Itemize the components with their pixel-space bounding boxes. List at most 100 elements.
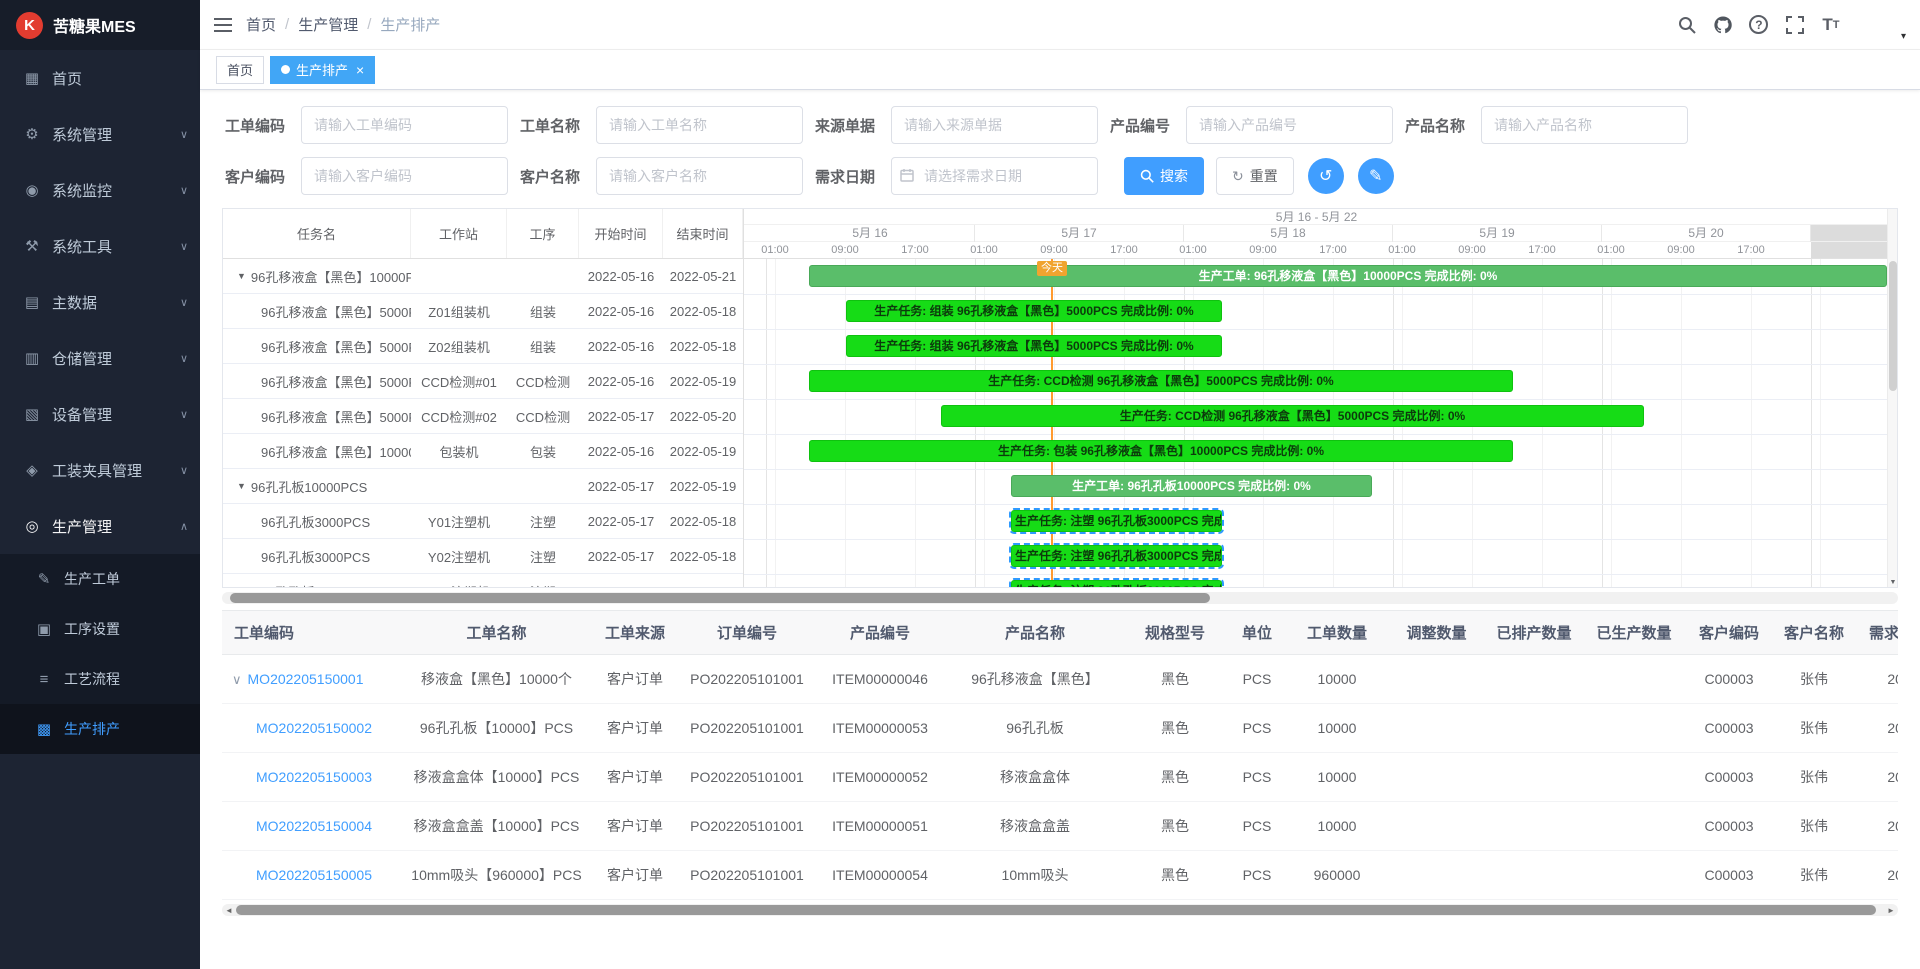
sidebar-item-fixture[interactable]: ◈工装夹具管理∨ [0, 442, 200, 498]
gantt-table-row[interactable]: 96孔孔板3000PCSY01注塑机注塑2022-05-172022-05-18 [223, 504, 743, 539]
scroll-left-icon[interactable]: ◄ [222, 904, 236, 916]
sidebar-item-scheduling[interactable]: ▩生产排产 [0, 704, 200, 754]
sidebar-item-work-order[interactable]: ✎生产工单 [0, 554, 200, 604]
reset-icon: ↻ [1232, 168, 1244, 185]
hour-gridline [1820, 259, 1821, 587]
timeline-day-label: 5月 17 [975, 225, 1184, 242]
gantt-table-row[interactable]: 96孔孔板3000PCSY03注塑机注塑2022-05-172022-05-18 [223, 574, 743, 588]
gantt-task-bar[interactable]: 生产任务: 包装 96孔移液盒【黑色】10000PCS 完成比例: 0% [809, 440, 1513, 462]
tab-active-dot [281, 65, 290, 74]
sidebar-item-process-setting[interactable]: ▣工序设置 [0, 604, 200, 654]
work-order-link[interactable]: MO202205150004 [256, 818, 372, 834]
font-size-icon[interactable]: TT [1816, 8, 1846, 42]
work-order-name-input[interactable] [596, 106, 803, 144]
breadcrumb-item[interactable]: 生产管理 [298, 14, 358, 35]
breadcrumb-item[interactable]: 首页 [246, 14, 276, 35]
table-horizontal-scrollbar[interactable]: ◄ ► [222, 904, 1898, 916]
gantt-task-bar[interactable]: 生产任务: 注塑 96孔孔板3000PCS 完成比例: 0% [1011, 545, 1222, 567]
scrollbar-thumb[interactable] [1889, 261, 1897, 391]
gantt-table-row[interactable]: 96孔移液盒【黑色】5000PCSZ02组装机组装2022-05-162022-… [223, 329, 743, 364]
expand-caret-icon[interactable]: ∨ [232, 672, 242, 687]
hamburger-icon[interactable] [214, 18, 232, 32]
gantt-table-row[interactable]: ▼96孔移液盒【黑色】10000PCS2022-05-162022-05-21 [223, 259, 743, 294]
gantt-table-row[interactable]: 96孔移液盒【黑色】5000PCSCCD检测#01CCD检测2022-05-16… [223, 364, 743, 399]
chevron-down-icon: ∨ [180, 240, 188, 253]
filter-group-product-name: 产品名称 [1405, 106, 1700, 144]
github-icon[interactable] [1708, 8, 1738, 42]
gantt-table-row[interactable]: 96孔孔板3000PCSY02注塑机注塑2022-05-172022-05-18 [223, 539, 743, 574]
gantt-task-bar[interactable]: 生产任务: 组装 96孔移液盒【黑色】5000PCS 完成比例: 0% [846, 335, 1222, 357]
gantt-horizontal-scrollbar[interactable] [222, 592, 1898, 604]
sidebar-item-label: 工艺流程 [64, 669, 188, 689]
day-gridline [1811, 259, 1812, 587]
gantt-workorder-bar[interactable]: 生产工单: 96孔孔板10000PCS 完成比例: 0% [1011, 475, 1372, 497]
gantt-workorder-bar[interactable]: 生产工单: 96孔移液盒【黑色】10000PCS 完成比例: 0% [809, 265, 1887, 287]
gantt-day-row: 5月 165月 175月 185月 195月 20 [744, 225, 1889, 242]
station-cell: CCD检测#02 [411, 407, 507, 426]
work-order-link[interactable]: MO202205150001 [248, 671, 364, 687]
product-name-cell: 96孔移液盒【黑色】 [949, 655, 1121, 704]
filter-label-customer-code: 客户编码 [225, 166, 301, 187]
customer-code-input[interactable] [301, 157, 508, 195]
work-order-link[interactable]: MO202205150002 [256, 720, 372, 736]
hour-gridline [1751, 259, 1752, 587]
customer-name-cell: 张伟 [1774, 753, 1854, 802]
tab-home[interactable]: 首页 [216, 56, 264, 84]
row-gridline [744, 364, 1889, 365]
help-icon[interactable]: ? [1744, 8, 1774, 42]
user-menu[interactable]: ▾ [1860, 6, 1906, 43]
edit-button[interactable]: ✎ [1358, 158, 1394, 194]
timeline-hour-label: 17:00 [901, 242, 929, 259]
fullscreen-icon[interactable] [1780, 8, 1810, 42]
demand-date-input[interactable] [891, 157, 1098, 195]
topbar: 首页/生产管理/生产排产 ? TT ▾ [200, 0, 1920, 50]
gantt-table-row[interactable]: ▼96孔孔板10000PCS2022-05-172022-05-19 [223, 469, 743, 504]
search-icon[interactable] [1672, 8, 1702, 42]
sidebar-item-home[interactable]: ▦首页 [0, 50, 200, 106]
sidebar-item-label: 生产排产 [64, 719, 188, 739]
scrollbar-thumb[interactable] [230, 593, 1210, 603]
sidebar-item-label: 主数据 [52, 292, 180, 313]
scroll-right-icon[interactable]: ► [1884, 904, 1898, 916]
sidebar-item-warehouse[interactable]: ▥仓储管理∨ [0, 330, 200, 386]
sidebar-item-system-admin[interactable]: ⚙系统管理∨ [0, 106, 200, 162]
gantt-task-bar[interactable]: 生产任务: 注塑 96孔孔板3000PCS 完成比例: 0% [1011, 510, 1222, 532]
start-time-cell: 2022-05-16 [579, 269, 663, 284]
reset-button[interactable]: ↻重置 [1216, 157, 1294, 195]
refresh-button[interactable]: ↺ [1308, 158, 1344, 194]
gantt-task-bar[interactable]: 生产任务: CCD检测 96孔移液盒【黑色】5000PCS 完成比例: 0% [941, 405, 1644, 427]
gantt-table-row[interactable]: 96孔移液盒【黑色】10000PCS包装机包装2022-05-162022-05… [223, 434, 743, 469]
product-name-input[interactable] [1481, 106, 1688, 144]
gantt-task-bar[interactable]: 生产任务: 组装 96孔移液盒【黑色】5000PCS 完成比例: 0% [846, 300, 1222, 322]
timeline-day-label: 5月 18 [1184, 225, 1393, 242]
qty-cell: 10000 [1285, 802, 1389, 851]
gantt-table-row[interactable]: 96孔移液盒【黑色】5000PCSZ01组装机组装2022-05-162022-… [223, 294, 743, 329]
work-order-link[interactable]: MO202205150005 [256, 867, 372, 883]
product-no-input[interactable] [1186, 106, 1393, 144]
sidebar-item-production[interactable]: ◎生产管理∧ [0, 498, 200, 554]
work-order-link[interactable]: MO202205150003 [256, 769, 372, 785]
close-icon[interactable]: × [356, 63, 364, 77]
sidebar-item-equipment[interactable]: ▧设备管理∨ [0, 386, 200, 442]
sidebar-item-system-tools[interactable]: ⚒系统工具∨ [0, 218, 200, 274]
tab-scheduling[interactable]: 生产排产× [270, 56, 375, 84]
scrollbar-thumb[interactable] [236, 905, 1876, 915]
breadcrumb-separator: / [285, 16, 289, 33]
search-button[interactable]: 搜索 [1124, 157, 1204, 195]
sidebar-item-system-monitor[interactable]: ◉系统监控∨ [0, 162, 200, 218]
table-column-header: 工单编码 [222, 611, 406, 655]
scroll-down-icon[interactable]: ▼ [1888, 579, 1898, 586]
gantt-table-row[interactable]: 96孔移液盒【黑色】5000PCSCCD检测#02CCD检测2022-05-17… [223, 399, 743, 434]
collapse-triangle-icon[interactable]: ▼ [237, 481, 246, 491]
customer-name-input[interactable] [596, 157, 803, 195]
gantt-task-bar[interactable]: 生产任务: 注塑 96孔孔板3000PCS 完成比例: 0% [1011, 580, 1222, 587]
sidebar-item-master-data[interactable]: ▤主数据∨ [0, 274, 200, 330]
sidebar-item-process-flow[interactable]: ≡工艺流程 [0, 654, 200, 704]
source-doc-input[interactable] [891, 106, 1098, 144]
work-order-code-input[interactable] [301, 106, 508, 144]
gantt-task-bar[interactable]: 生产任务: CCD检测 96孔移液盒【黑色】5000PCS 完成比例: 0% [809, 370, 1513, 392]
collapse-triangle-icon[interactable]: ▼ [237, 271, 246, 281]
gantt-vertical-scrollbar[interactable]: ▼ [1887, 209, 1897, 587]
avatar[interactable] [1860, 6, 1897, 43]
source-cell: 客户订单 [587, 704, 683, 753]
